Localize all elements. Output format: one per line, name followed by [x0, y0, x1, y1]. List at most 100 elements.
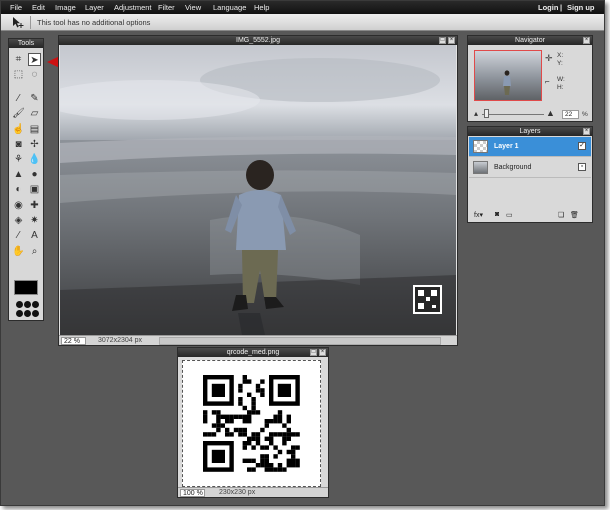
login-link[interactable]: Login [538, 3, 558, 12]
photo-canvas[interactable] [60, 45, 456, 335]
hand-icon[interactable]: ✋ [12, 245, 25, 258]
crop-icon[interactable]: ⌗ [12, 53, 25, 66]
qr-size-label: 230x230 px [219, 489, 256, 496]
tools-titlebar[interactable]: Tools [9, 39, 43, 48]
navigator-thumbnail[interactable] [474, 50, 542, 101]
blur-icon[interactable]: 💧 [28, 153, 41, 166]
dodge-icon[interactable]: ● [28, 168, 41, 181]
image-window-titlebar[interactable]: IMG_5552.jpg □ × [59, 36, 457, 45]
navigator-titlebar[interactable]: Navigator × [468, 36, 592, 45]
swatch-dot[interactable] [16, 301, 23, 308]
lock-icon[interactable]: ▫ [578, 163, 586, 171]
move-tool-icon [12, 17, 24, 28]
delete-layer-icon[interactable]: 🗑 [570, 211, 579, 219]
image-size-label: 3072x2304 px [98, 337, 142, 344]
color-picker-icon[interactable]: ⁄ [12, 229, 25, 242]
maximize-icon[interactable]: □ [310, 349, 317, 356]
qr-window-title: qrcode_med.png [226, 349, 280, 356]
qr-zoom-field[interactable]: 100 % [180, 489, 205, 497]
layer-name: Layer 1 [494, 143, 519, 150]
app-window: File Edit Image Layer Adjustment Filter … [0, 0, 605, 506]
menu-file[interactable]: File [10, 3, 22, 12]
maximize-icon[interactable]: □ [439, 37, 446, 44]
close-icon[interactable]: × [448, 37, 455, 44]
qr-window-titlebar[interactable]: qrcode_med.png □ × [178, 348, 328, 357]
wand-icon[interactable]: ⁄ [12, 92, 25, 105]
burn-icon[interactable]: ◐ [12, 183, 25, 196]
menu-adjustment[interactable]: Adjustment [114, 3, 152, 12]
layer-row-background[interactable]: Background ▫ [469, 158, 591, 178]
swatch-dot[interactable] [32, 310, 39, 317]
menu-image[interactable]: Image [55, 3, 76, 12]
brush-icon[interactable]: 🖌 [12, 107, 25, 120]
replace-icon[interactable]: ⚘ [12, 153, 25, 166]
layer-row-layer-1[interactable]: Layer 1 ✓ [469, 137, 591, 157]
navigator-panel: Navigator × ✛ X: Y: ⌐ W: H: ▴ ▲ 22 % [467, 35, 593, 122]
swatch-dot[interactable] [16, 310, 23, 317]
lasso-icon[interactable]: ◌ [28, 68, 41, 81]
layers-titlebar[interactable]: Layers × [468, 127, 592, 136]
menu-language[interactable]: Language [213, 3, 246, 12]
move-icon[interactable]: ➤ [28, 53, 41, 66]
dimension-icon: ⌐ [545, 77, 550, 86]
crosshair-icon: ✛ [545, 53, 553, 63]
close-icon[interactable]: × [583, 128, 590, 135]
close-icon[interactable]: × [583, 37, 590, 44]
menu-layer[interactable]: Layer [85, 3, 104, 12]
bucket-icon[interactable]: ◙ [12, 138, 25, 151]
qr-canvas[interactable] [182, 360, 321, 487]
signup-link[interactable]: Sign up [567, 3, 595, 12]
menu-help[interactable]: Help [254, 3, 269, 12]
close-icon[interactable]: × [319, 349, 326, 356]
smudge-icon[interactable]: ☝ [12, 123, 25, 136]
zoom-icon[interactable]: ⌕ [28, 245, 41, 258]
y-label: Y: [557, 60, 563, 67]
clone-icon[interactable]: ✢ [28, 138, 41, 151]
type-icon[interactable]: A [28, 229, 41, 242]
qr-status-bar: 100 % 230x230 px [178, 487, 328, 497]
pencil-icon[interactable]: ✎ [28, 92, 41, 105]
menu-view[interactable]: View [185, 3, 201, 12]
menu-bar: File Edit Image Layer Adjustment Filter … [1, 1, 604, 14]
eraser-icon[interactable]: ▱ [28, 107, 41, 120]
x-label: X: [557, 52, 564, 59]
layer-style-icon[interactable]: fx▾ [474, 211, 483, 219]
layers-panel: Layers × Layer 1 ✓ Background ▫ fx▾ ◙ ▭ … [467, 126, 593, 223]
image-status-bar: 22 % 3072x2304 px [59, 335, 457, 345]
horizontal-scrollbar[interactable] [159, 337, 441, 345]
zoom-slider-handle[interactable] [484, 109, 489, 118]
bloat-icon[interactable]: ◈ [12, 214, 25, 227]
swatch-dot[interactable] [24, 301, 31, 308]
menu-edit[interactable]: Edit [32, 3, 45, 12]
foreground-color-swatch[interactable] [14, 280, 38, 295]
zoom-in-icon[interactable]: ▲ [546, 108, 555, 118]
image-window-title: IMG_5552.jpg [236, 37, 280, 44]
h-label: H: [557, 84, 564, 91]
tools-title: Tools [17, 40, 35, 47]
navigator-zoom-unit: % [582, 111, 588, 118]
tool-options-bar: This tool has no additional options [1, 14, 604, 31]
redeye-icon[interactable]: ◉ [12, 199, 25, 212]
marquee-icon[interactable]: ⬚ [12, 68, 25, 81]
zoom-out-icon[interactable]: ▴ [474, 109, 478, 118]
pinch-icon[interactable]: ✷ [28, 214, 41, 227]
swatch-dot[interactable] [24, 310, 31, 317]
zoom-slider-track[interactable] [482, 114, 544, 115]
sponge-icon[interactable]: ▣ [28, 183, 41, 196]
new-layer-icon[interactable]: ❏ [558, 211, 564, 219]
menu-filter[interactable]: Filter [158, 3, 175, 12]
account-separator: | [560, 3, 563, 12]
gradient-icon[interactable]: ▤ [28, 123, 41, 136]
qr-image-window: qrcode_med.png □ × 100 % 230x230 px [177, 347, 329, 498]
swatch-dot[interactable] [32, 301, 39, 308]
navigator-zoom-input[interactable]: 22 [562, 110, 579, 119]
options-separator [30, 16, 31, 29]
transparent-thumbnail-icon [473, 140, 488, 153]
layer-mask-icon[interactable]: ◙ [495, 211, 499, 218]
image-zoom-field[interactable]: 22 % [61, 337, 86, 345]
navigator-title: Navigator [515, 37, 545, 44]
sharpen-icon[interactable]: ▲ [12, 168, 25, 181]
layer-folder-icon[interactable]: ▭ [506, 211, 513, 219]
visibility-checkbox[interactable]: ✓ [578, 142, 586, 150]
spot-heal-icon[interactable]: ✚ [28, 199, 41, 212]
